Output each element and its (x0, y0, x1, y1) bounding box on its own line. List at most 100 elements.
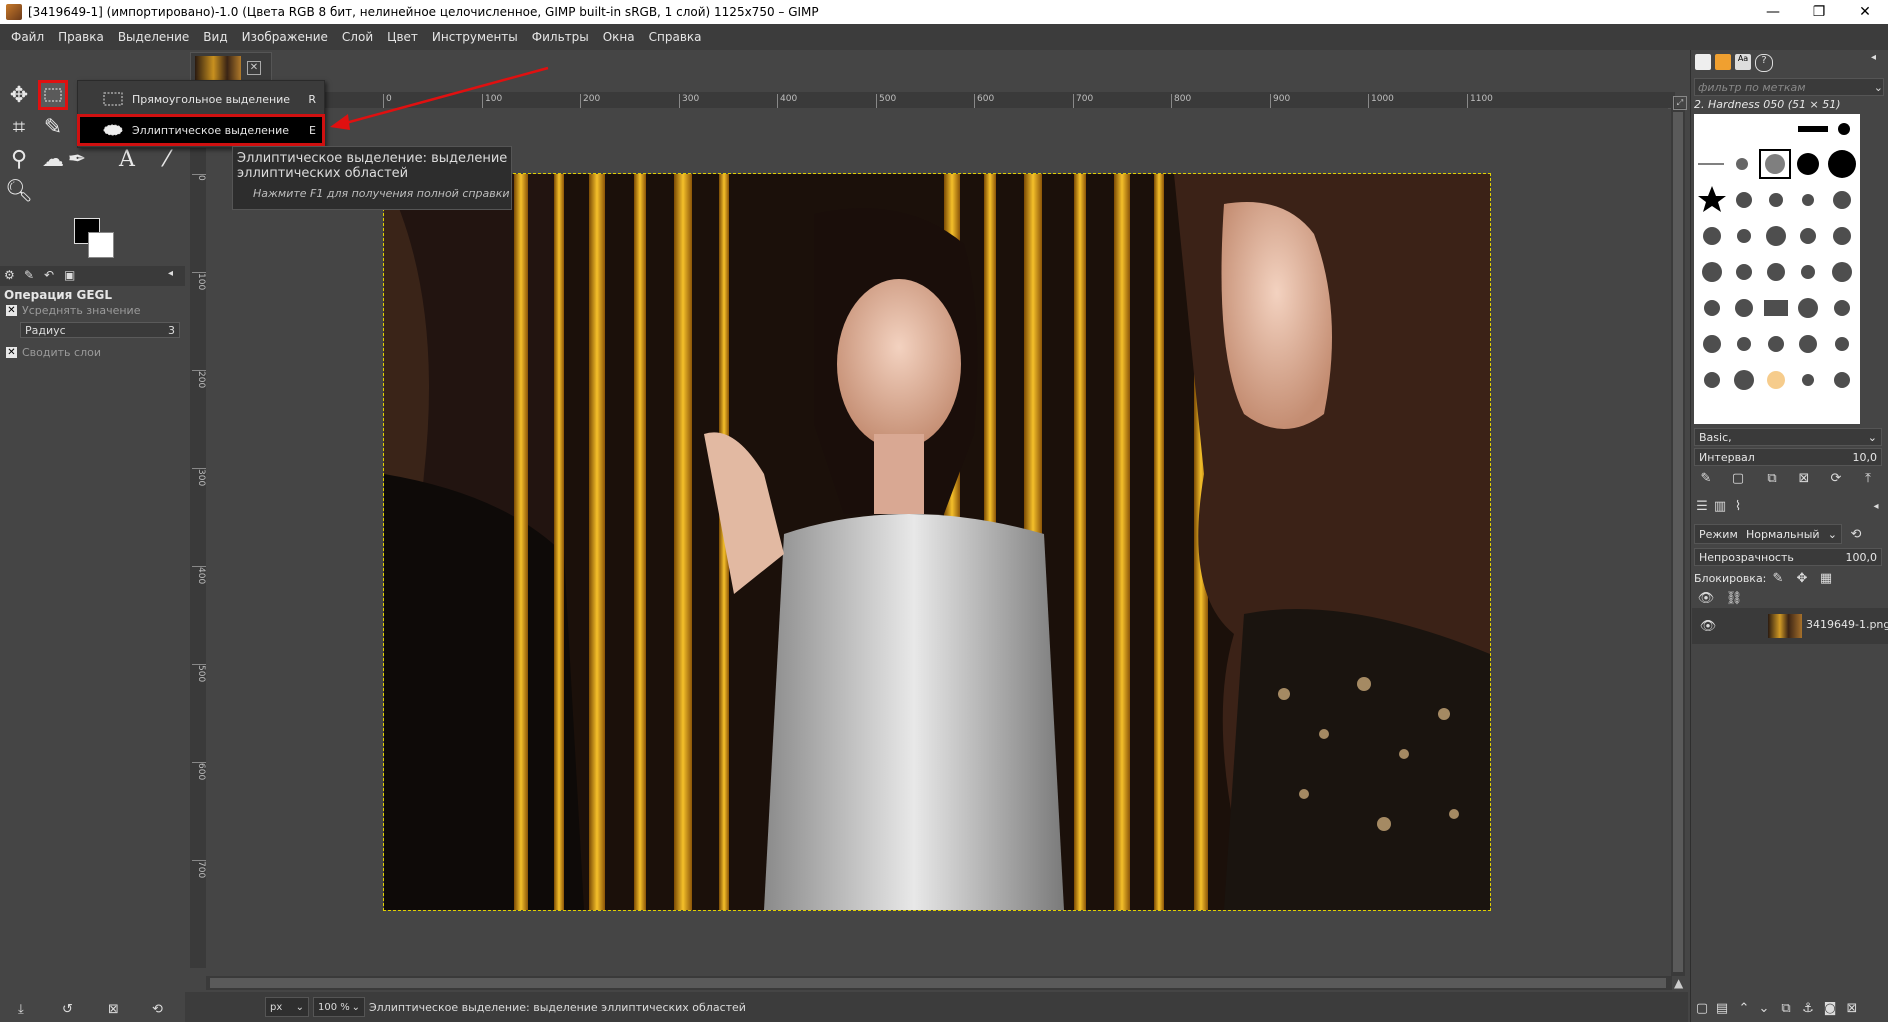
lower-layer-icon[interactable]: ⌄ (1756, 1000, 1772, 1016)
brush-name: 2. Hardness 050 (51 × 51) (1694, 98, 1841, 111)
eye-icon[interactable]: 👁︎ (1700, 618, 1717, 634)
ruler-tick: 400 (777, 94, 797, 108)
brush-grid[interactable] (1694, 114, 1860, 424)
menu-image[interactable]: Изображение (235, 24, 335, 50)
maximize-button[interactable]: ❐ (1796, 0, 1842, 24)
lock-alpha-icon[interactable]: ▦ (1818, 570, 1834, 586)
fonts-tab-icon[interactable]: Aa (1735, 54, 1751, 70)
zoom-select[interactable]: 100 % ⌄ (313, 997, 365, 1017)
menu-item-ellipse-select[interactable]: Эллиптическое выделение E (77, 114, 325, 146)
rect-select-tool-icon[interactable] (38, 80, 68, 110)
annotation-arrow (330, 66, 549, 130)
raise-layer-icon[interactable]: ⌃ (1736, 1000, 1752, 1016)
brushes-tab-icon[interactable] (1695, 54, 1711, 70)
paint-tool-icon[interactable]: ✎ (38, 112, 68, 142)
menu-help[interactable]: Справка (642, 24, 709, 50)
menu-view[interactable]: Вид (196, 24, 234, 50)
navigate-icon[interactable]: ▲ (1674, 976, 1683, 990)
new-layer-icon[interactable]: ▢ (1694, 1000, 1710, 1016)
panel-menu-icon[interactable]: ◂ (1871, 52, 1876, 63)
device-status-tab-icon[interactable]: ✎ (24, 268, 34, 282)
average-value-option[interactable]: ✕ Усреднять значение (6, 304, 140, 317)
anchor-layer-icon[interactable]: ⚓︎ (1800, 1000, 1816, 1016)
chevron-down-icon: ⌄ (351, 1001, 360, 1013)
brush-tag-filter[interactable]: фильтр по меткам ⌄ (1694, 78, 1884, 96)
zoom-tool-icon[interactable]: 🔍︎ (4, 176, 34, 206)
unit-select[interactable]: px ⌄ (265, 997, 309, 1017)
menu-tools[interactable]: Инструменты (425, 24, 525, 50)
delete-brush-icon[interactable]: ⊠ (1796, 470, 1812, 486)
zoom-fit-icon[interactable]: ⤢ (1673, 96, 1687, 110)
text-tool-icon[interactable]: A (112, 144, 142, 174)
channels-tab-icon[interactable]: ▥ (1712, 498, 1728, 514)
radius-value: 3 (168, 323, 175, 337)
crop-tool-icon[interactable]: ⌗ (4, 112, 34, 142)
brush-set-value: Basic, (1699, 430, 1732, 444)
menu-select[interactable]: Выделение (111, 24, 196, 50)
lock-pixels-icon[interactable]: ✎ (1770, 570, 1786, 586)
background-color[interactable] (88, 232, 114, 258)
open-brush-icon[interactable]: ⤒ (1860, 470, 1876, 486)
menu-colors[interactable]: Цвет (380, 24, 425, 50)
ruler-tick: 200 (580, 94, 600, 108)
ruler-tick: 300 (192, 468, 206, 486)
help-tab-icon[interactable]: ? (1755, 54, 1773, 72)
visibility-header-icon: 👁︎ (1697, 590, 1715, 606)
ruler-tick: 1000 (1368, 94, 1394, 108)
duplicate-layer-icon[interactable]: ⧉ (1778, 1000, 1794, 1016)
color-picker-icon[interactable]: ⁄ (152, 144, 182, 174)
vertical-scrollbar[interactable] (1671, 108, 1685, 976)
minimize-button[interactable]: — (1750, 0, 1796, 24)
patterns-tab-icon[interactable] (1715, 54, 1731, 70)
mode-label: Режим (1699, 527, 1738, 541)
refresh-brushes-icon[interactable]: ⟳ (1828, 470, 1844, 486)
panel-menu-icon[interactable]: ◂ (168, 268, 173, 279)
brush-set-select[interactable]: Basic, ⌄ (1694, 428, 1882, 446)
photo[interactable] (383, 173, 1491, 911)
horizontal-scrollbar[interactable] (206, 976, 1672, 990)
close-image-icon[interactable]: ✕ (247, 61, 261, 75)
close-button[interactable]: ✕ (1842, 0, 1888, 24)
restore-tool-preset-icon[interactable]: ↺ (62, 1002, 73, 1017)
clone-tool-icon[interactable]: ⚲ (4, 144, 34, 174)
ruler-tick: 500 (192, 664, 206, 682)
reset-tool-options-icon[interactable]: ⟲ (152, 1002, 163, 1017)
move-tool-icon[interactable]: ✥ (4, 80, 34, 110)
opacity-slider[interactable]: Непрозрачность 100,0 (1694, 548, 1882, 566)
ruler-tick: 700 (192, 860, 206, 878)
scrollbar-thumb[interactable] (210, 978, 1666, 988)
menu-filters[interactable]: Фильтры (525, 24, 596, 50)
layer-mode-select[interactable]: Режим Нормальный ⌄ (1694, 524, 1842, 544)
images-tab-icon[interactable]: ▣ (64, 268, 75, 282)
flatten-layers-option[interactable]: ✕ Сводить слои (6, 346, 101, 359)
spacing-slider[interactable]: Интервал 10,0 (1694, 448, 1882, 466)
menu-edit[interactable]: Правка (51, 24, 111, 50)
duplicate-brush-icon[interactable]: ⧉ (1764, 470, 1780, 486)
panel-menu-icon[interactable]: ◂ (1868, 498, 1884, 514)
undo-history-tab-icon[interactable]: ↶ (44, 268, 54, 282)
paths-tool-icon[interactable]: ✒ (62, 144, 92, 174)
menu-file[interactable]: Файл (4, 24, 51, 50)
checkbox-icon[interactable]: ✕ (6, 305, 17, 316)
save-tool-preset-icon[interactable]: ⤓ (18, 1002, 24, 1017)
checkbox-icon[interactable]: ✕ (6, 347, 17, 358)
menu-layer[interactable]: Слой (335, 24, 380, 50)
mask-layer-icon[interactable]: ◙ (1822, 1000, 1838, 1016)
status-bar: px ⌄ 100 % ⌄ Эллиптическое выделение: вы… (185, 992, 1688, 1022)
chevron-down-icon: ⌄ (1867, 430, 1877, 444)
paths-tab-icon[interactable]: ⌇ (1730, 498, 1746, 514)
new-brush-icon[interactable]: ▢ (1730, 470, 1746, 486)
menu-item-rect-select[interactable]: Прямоугольное выделение R (78, 84, 324, 114)
delete-layer-icon[interactable]: ⊠ (1844, 1000, 1860, 1016)
radius-label: Радиус (25, 323, 66, 337)
new-group-icon[interactable]: ▤ (1714, 1000, 1730, 1016)
switch-mode-icon[interactable]: ⟲ (1848, 526, 1864, 542)
layers-tab-icon[interactable]: ☰ (1694, 498, 1710, 514)
edit-brush-icon[interactable]: ✎ (1698, 470, 1714, 486)
tool-options-tab-icon[interactable]: ⚙ (4, 268, 15, 282)
lock-position-icon[interactable]: ✥ (1794, 570, 1810, 586)
delete-tool-preset-icon[interactable]: ⊠ (108, 1002, 119, 1017)
menu-windows[interactable]: Окна (596, 24, 642, 50)
radius-spinner[interactable]: Радиус 3 (20, 322, 180, 338)
scrollbar-thumb[interactable] (1673, 112, 1683, 972)
